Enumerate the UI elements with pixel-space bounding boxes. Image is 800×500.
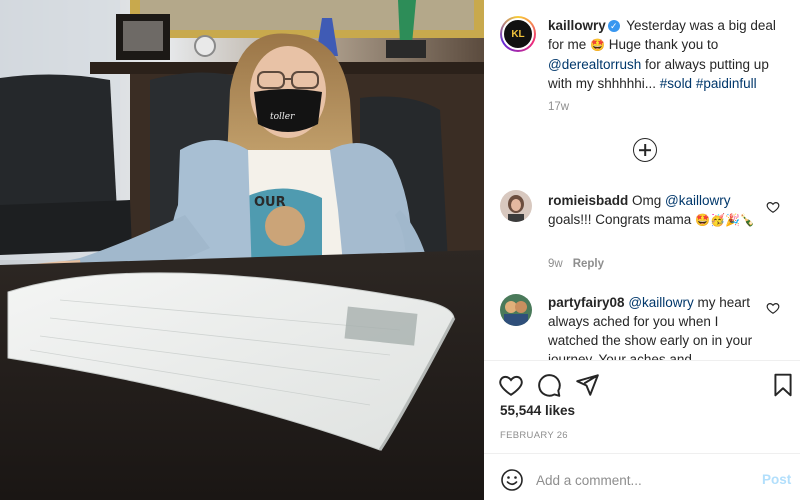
comment-text: partyfairy08 @kaillowry my heart always … xyxy=(548,293,756,360)
commenter-photo xyxy=(500,190,532,222)
mask-print: toller xyxy=(270,112,295,122)
mention-link[interactable]: @kaillowry xyxy=(628,295,693,310)
share-paper-plane-icon[interactable] xyxy=(574,372,600,398)
post-image: toller OUR xyxy=(0,0,484,500)
star-struck-emoji: 🤩 xyxy=(590,38,605,52)
add-comment-input[interactable] xyxy=(536,470,746,490)
comment-body: Omg xyxy=(628,193,666,208)
caption-timestamp[interactable]: 17w xyxy=(548,101,569,113)
author-avatar-logo: KL xyxy=(511,28,525,40)
commenter-avatar[interactable] xyxy=(500,190,532,222)
comment-bubble-icon[interactable] xyxy=(536,372,562,398)
post-date[interactable]: FEBRUARY 26 xyxy=(500,430,568,441)
svg-text:OUR: OUR xyxy=(254,195,286,210)
commenter-avatar[interactable] xyxy=(500,294,532,326)
post-details-panel: KL kaillowry ✓ Yesterday was a big deal f… xyxy=(484,0,800,500)
like-comment-heart-icon[interactable] xyxy=(766,200,780,214)
mention-link[interactable]: @kaillowry xyxy=(665,193,730,208)
like-heart-icon[interactable] xyxy=(498,372,524,398)
commenter-username[interactable]: romieisbadd xyxy=(548,193,628,208)
likes-count[interactable]: 55,544 likes xyxy=(500,403,575,418)
post-photo[interactable]: toller OUR xyxy=(0,0,484,500)
post-caption: kaillowry ✓ Yesterday was a big deal for … xyxy=(548,16,788,93)
comment-emojis: 🤩🥳🎉🍾 xyxy=(695,213,755,227)
verified-badge-icon: ✓ xyxy=(607,20,620,32)
emoji-picker-icon[interactable] xyxy=(500,468,524,492)
commenter-username[interactable]: partyfairy08 xyxy=(548,295,625,310)
comments-list[interactable]: romieisbadd Omg @kaillowry goals!!! Cong… xyxy=(484,180,800,360)
comment-meta: 9w Reply xyxy=(548,258,604,270)
comment-body: goals!!! Congrats mama xyxy=(548,212,696,227)
like-comment-heart-icon[interactable] xyxy=(766,301,780,315)
caption-text: Huge thank you to xyxy=(604,37,719,52)
hashtag-link[interactable]: #sold xyxy=(660,76,692,91)
comment-text: romieisbadd Omg @kaillowry goals!!! Cong… xyxy=(548,191,756,230)
mention-link[interactable]: @derealtorrush xyxy=(548,57,641,72)
commenter-photo xyxy=(500,294,532,326)
reply-button[interactable]: Reply xyxy=(573,258,604,270)
section-divider xyxy=(484,360,800,361)
load-more-comments-button[interactable] xyxy=(633,138,657,162)
post-comment-button[interactable]: Post xyxy=(762,472,791,487)
author-avatar[interactable]: KL xyxy=(500,16,536,52)
author-username[interactable]: kaillowry xyxy=(548,18,606,33)
bookmark-save-icon[interactable] xyxy=(770,372,796,398)
hashtag-link[interactable]: #paidinfull xyxy=(696,76,757,91)
section-divider xyxy=(484,453,800,454)
comment-timestamp[interactable]: 9w xyxy=(548,258,563,270)
